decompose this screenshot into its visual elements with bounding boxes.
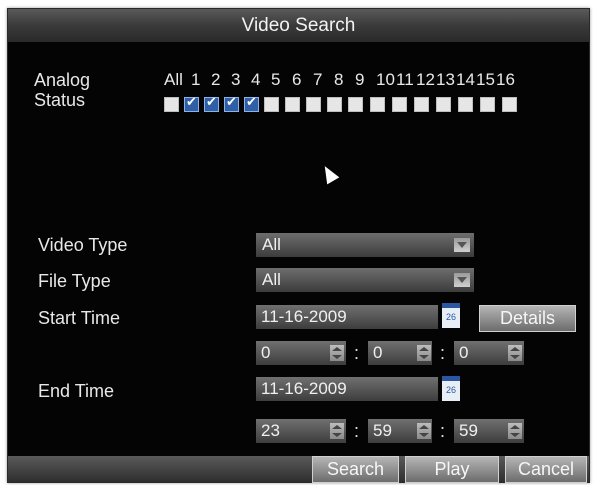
checkmark-icon: ✔ <box>186 94 197 109</box>
start-time-label: Start Time <box>38 308 121 328</box>
start-second-value: 0 <box>459 343 469 362</box>
channel-checkbox-8[interactable] <box>327 97 342 112</box>
channel-checkbox-4[interactable]: ✔ <box>244 94 259 112</box>
channel-checkbox-1[interactable]: ✔ <box>184 94 199 112</box>
analog-label: Analog <box>34 70 91 90</box>
channel-checkbox-5[interactable] <box>264 97 279 112</box>
channel-label-12: 12 <box>416 70 435 89</box>
dropdown-arrow-icon[interactable] <box>454 238 470 252</box>
video-type-label: Video Type <box>38 235 128 255</box>
channel-label-8: 8 <box>334 70 344 89</box>
channel-label-11: 11 <box>396 70 414 89</box>
channel-label-2: 2 <box>211 70 221 89</box>
channel-label-5: 5 <box>271 70 281 89</box>
start-minute-spinner-icon[interactable] <box>417 345 431 361</box>
checkmark-icon: ✔ <box>226 94 237 109</box>
channel-checkbox-11[interactable] <box>392 97 407 112</box>
channel-checkbox-10[interactable] <box>370 97 385 112</box>
start-hour-spinner-icon[interactable] <box>330 345 344 361</box>
start-hour-value: 0 <box>261 343 271 362</box>
channel-label-9: 9 <box>355 70 365 89</box>
dialog-title: Video Search <box>8 9 589 42</box>
video-type-select[interactable]: All <box>256 233 474 257</box>
time-separator: : <box>440 343 446 363</box>
mouse-cursor-icon <box>318 162 340 185</box>
video-type-value: All <box>262 235 281 254</box>
channel-label-13: 13 <box>436 70 455 89</box>
search-button[interactable]: Search <box>312 456 399 483</box>
channel-checkbox-12[interactable] <box>414 97 429 112</box>
time-separator: : <box>354 343 360 363</box>
time-separator: : <box>440 421 446 441</box>
end-date-field[interactable]: 11-16-2009 <box>256 377 438 401</box>
end-calendar-icon[interactable]: 26 <box>442 376 460 401</box>
channel-checkbox-6[interactable] <box>285 97 300 112</box>
end-minute-value: 59 <box>373 421 392 440</box>
dropdown-arrow-icon[interactable] <box>454 273 470 287</box>
file-type-select[interactable]: All <box>256 268 474 292</box>
channel-label-14: 14 <box>456 70 475 89</box>
details-button[interactable]: Details <box>479 305 576 332</box>
cancel-button[interactable]: Cancel <box>505 456 587 483</box>
channel-checkbox-7[interactable] <box>306 97 321 112</box>
end-second-spinner-icon[interactable] <box>508 423 522 439</box>
video-search-dialog: Video Search Analog Status All 1 2 3 4 5… <box>7 8 590 483</box>
channel-checkbox-15[interactable] <box>480 97 495 112</box>
end-hour-spinner-icon[interactable] <box>330 423 344 439</box>
end-hour-value: 23 <box>261 421 280 440</box>
channel-checkbox-3[interactable]: ✔ <box>224 94 239 112</box>
channel-label-3: 3 <box>231 70 241 89</box>
channel-label-7: 7 <box>313 70 323 89</box>
file-type-value: All <box>262 270 281 289</box>
channel-label-all: All <box>164 70 183 89</box>
start-second-spinner-icon[interactable] <box>508 345 522 361</box>
time-separator: : <box>354 421 360 441</box>
channel-checkbox-all[interactable] <box>164 97 179 112</box>
end-time-label: End Time <box>38 381 115 401</box>
start-calendar-icon[interactable]: 26 <box>442 303 460 328</box>
end-minute-spinner-icon[interactable] <box>417 423 431 439</box>
channel-checkbox-14[interactable] <box>458 97 473 112</box>
start-date-value: 11-16-2009 <box>261 307 347 326</box>
button-bar <box>8 456 589 482</box>
checkmark-icon: ✔ <box>206 94 217 109</box>
start-date-field[interactable]: 11-16-2009 <box>256 305 438 329</box>
status-label: Status <box>34 90 86 110</box>
channel-checkbox-9[interactable] <box>348 97 363 112</box>
end-calendar-day: 26 <box>445 385 456 395</box>
end-date-value: 11-16-2009 <box>261 379 347 398</box>
channel-label-4: 4 <box>251 70 261 89</box>
channel-label-6: 6 <box>292 70 302 89</box>
channel-label-10: 10 <box>376 70 395 89</box>
file-type-label: File Type <box>38 271 111 291</box>
play-button[interactable]: Play <box>405 456 499 483</box>
end-second-value: 59 <box>459 421 478 440</box>
start-minute-value: 0 <box>373 343 383 362</box>
channel-label-16: 16 <box>496 70 515 89</box>
channel-checkbox-13[interactable] <box>436 97 451 112</box>
checkmark-icon: ✔ <box>246 94 257 109</box>
start-calendar-day: 26 <box>445 312 456 322</box>
channel-label-1: 1 <box>191 70 201 89</box>
channel-label-15: 15 <box>476 70 495 89</box>
channel-checkbox-2[interactable]: ✔ <box>204 94 219 112</box>
channel-checkbox-16[interactable] <box>502 97 517 112</box>
